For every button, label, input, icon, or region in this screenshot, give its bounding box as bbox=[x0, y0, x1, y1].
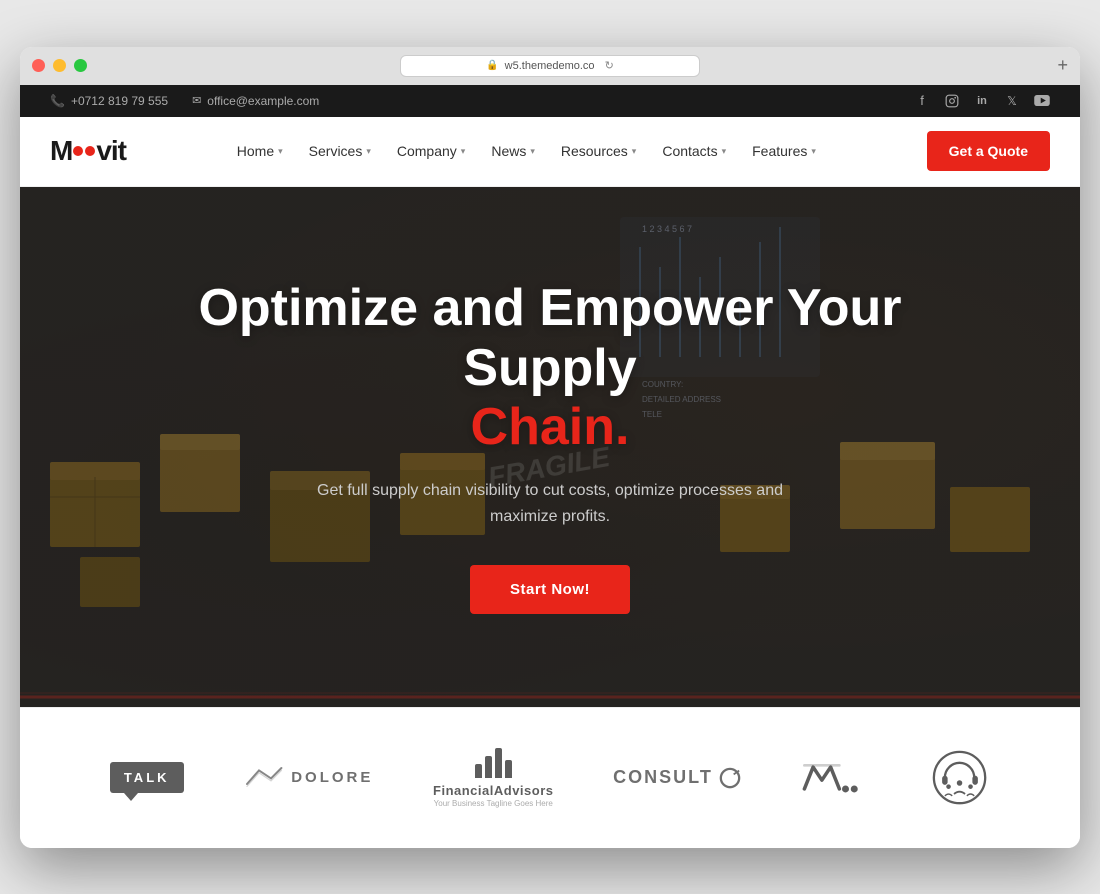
financial-bars bbox=[475, 748, 512, 778]
dolore-logo: DOLORE bbox=[243, 763, 373, 793]
nav-item-home[interactable]: Home ▾ bbox=[227, 135, 293, 167]
email-address: office@example.com bbox=[207, 94, 319, 108]
nav-link-home[interactable]: Home ▾ bbox=[227, 135, 293, 167]
phone-number: +0712 819 79 555 bbox=[71, 94, 168, 108]
consult-icon bbox=[719, 767, 741, 789]
headset-logo-svg bbox=[930, 750, 990, 805]
company-dropdown-arrow: ▾ bbox=[461, 146, 466, 157]
titlebar: 🔒 w5.themedemo.co ↻ + bbox=[20, 47, 1080, 85]
features-dropdown-arrow: ▾ bbox=[811, 146, 816, 157]
mac-window: 🔒 w5.themedemo.co ↻ + 📞 +0712 819 79 555… bbox=[20, 47, 1080, 848]
nav-link-services[interactable]: Services ▾ bbox=[299, 135, 381, 167]
contacts-dropdown-arrow: ▾ bbox=[722, 146, 727, 157]
dolore-text: DOLORE bbox=[291, 769, 373, 786]
logo[interactable]: Mvit bbox=[50, 135, 126, 167]
partner-headset bbox=[930, 750, 990, 805]
meter-logo-svg bbox=[800, 758, 870, 798]
partner-financial: FinancialAdvisors Your Business Tagline … bbox=[433, 748, 553, 808]
close-button[interactable] bbox=[32, 59, 45, 72]
talk-logo: TALK bbox=[110, 762, 184, 793]
services-dropdown-arrow: ▾ bbox=[366, 146, 371, 157]
email-icon: ✉ bbox=[192, 94, 201, 107]
consult-text: CONSULT bbox=[613, 767, 713, 788]
resources-dropdown-arrow: ▾ bbox=[632, 146, 637, 157]
social-links: f in 𝕏 bbox=[914, 93, 1050, 109]
refresh-icon: ↻ bbox=[605, 59, 614, 72]
youtube-icon[interactable] bbox=[1034, 93, 1050, 109]
talk-box: TALK bbox=[110, 762, 184, 793]
nav-item-news[interactable]: News ▾ bbox=[481, 135, 545, 167]
partners-bar: TALK DOLORE bbox=[20, 707, 1080, 848]
bar3 bbox=[495, 748, 502, 778]
financial-subtext: Your Business Tagline Goes Here bbox=[434, 799, 553, 808]
linkedin-icon[interactable]: in bbox=[974, 93, 990, 109]
hero-content: Optimize and Empower Your Supply Chain. … bbox=[20, 187, 1080, 707]
info-bar: 📞 +0712 819 79 555 ✉ office@example.com … bbox=[20, 85, 1080, 117]
nav-link-features[interactable]: Features ▾ bbox=[742, 135, 826, 167]
phone-item: 📞 +0712 819 79 555 bbox=[50, 94, 168, 108]
partner-consult: CONSULT bbox=[613, 767, 741, 789]
phone-icon: 📞 bbox=[50, 94, 65, 108]
home-dropdown-arrow: ▾ bbox=[278, 146, 283, 157]
lock-icon: 🔒 bbox=[486, 60, 498, 71]
bar4 bbox=[505, 760, 512, 778]
get-quote-button[interactable]: Get a Quote bbox=[927, 131, 1050, 171]
bar2 bbox=[485, 756, 492, 778]
news-dropdown-arrow: ▾ bbox=[530, 146, 535, 157]
nav-link-resources[interactable]: Resources ▾ bbox=[551, 135, 646, 167]
partner-dolore: DOLORE bbox=[243, 763, 373, 793]
consult-logo: CONSULT bbox=[613, 767, 741, 789]
instagram-icon[interactable] bbox=[944, 93, 960, 109]
nav-link-contacts[interactable]: Contacts ▾ bbox=[652, 135, 736, 167]
partner-talk: TALK bbox=[110, 762, 184, 793]
nav-links: Home ▾ Services ▾ Company ▾ News ▾ bbox=[227, 135, 826, 167]
nav-link-news[interactable]: News ▾ bbox=[481, 135, 545, 167]
logo-dot-2 bbox=[85, 146, 95, 156]
bar1 bbox=[475, 764, 482, 778]
new-tab-button[interactable]: + bbox=[1057, 55, 1068, 76]
financial-logo: FinancialAdvisors Your Business Tagline … bbox=[433, 748, 553, 808]
twitter-icon[interactable]: 𝕏 bbox=[1004, 93, 1020, 109]
nav-item-resources[interactable]: Resources ▾ bbox=[551, 135, 646, 167]
hero-title: Optimize and Empower Your Supply Chain. bbox=[160, 279, 940, 458]
hero-subtitle: Get full supply chain visibility to cut … bbox=[290, 478, 810, 529]
start-now-button[interactable]: Start Now! bbox=[470, 565, 630, 614]
navbar: Mvit Home ▾ Services ▾ Company ▾ bbox=[20, 117, 1080, 187]
financial-text: FinancialAdvisors bbox=[433, 783, 553, 798]
nav-item-contacts[interactable]: Contacts ▾ bbox=[652, 135, 736, 167]
nav-item-services[interactable]: Services ▾ bbox=[299, 135, 381, 167]
nav-item-features[interactable]: Features ▾ bbox=[742, 135, 826, 167]
partner-meter bbox=[800, 758, 870, 798]
maximize-button[interactable] bbox=[74, 59, 87, 72]
hero-section: 1 2 3 4 5 6 7 COUNTRY: DETAILED ADDRESS … bbox=[20, 187, 1080, 707]
address-bar[interactable]: 🔒 w5.themedemo.co ↻ bbox=[400, 55, 700, 77]
facebook-icon[interactable]: f bbox=[914, 93, 930, 109]
nav-item-company[interactable]: Company ▾ bbox=[387, 135, 475, 167]
contact-info: 📞 +0712 819 79 555 ✉ office@example.com bbox=[50, 94, 319, 108]
email-item: ✉ office@example.com bbox=[192, 94, 319, 108]
talk-arrow bbox=[124, 793, 138, 801]
url-text: w5.themedemo.co bbox=[505, 60, 595, 72]
dolore-icon bbox=[243, 763, 283, 793]
hero-title-accent: Chain. bbox=[471, 398, 630, 456]
minimize-button[interactable] bbox=[53, 59, 66, 72]
logo-dot-1 bbox=[73, 146, 83, 156]
nav-link-company[interactable]: Company ▾ bbox=[387, 135, 475, 167]
